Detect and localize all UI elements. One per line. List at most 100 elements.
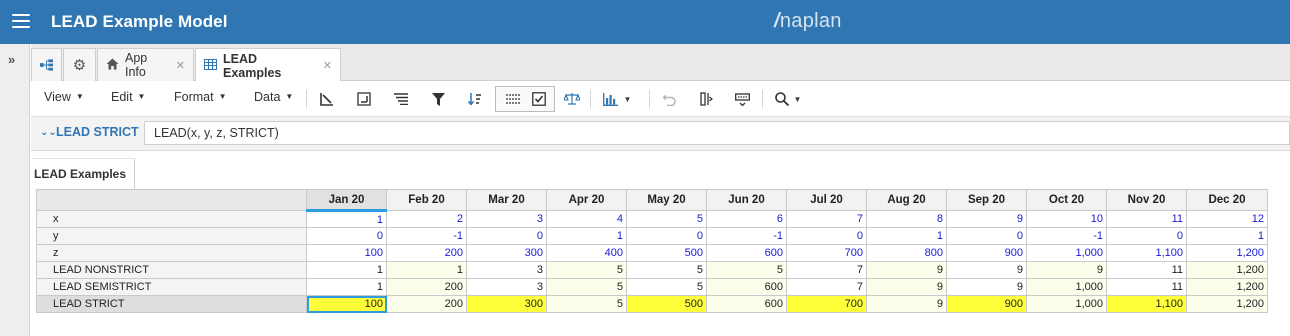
- grid-cell[interactable]: 5: [546, 278, 627, 296]
- grid-cell[interactable]: 1: [306, 261, 387, 279]
- grid-cell[interactable]: 600: [706, 278, 787, 296]
- grid-cell[interactable]: 200: [386, 244, 467, 262]
- grid-cell[interactable]: 9: [1026, 261, 1107, 279]
- grid-cell[interactable]: 500: [626, 244, 707, 262]
- formula-input[interactable]: LEAD(x, y, z, STRICT): [144, 121, 1290, 145]
- grid-cell[interactable]: 1: [866, 227, 947, 245]
- close-tab-icon[interactable]: ✕: [176, 59, 185, 72]
- search-menu-icon[interactable]: ▼: [771, 88, 805, 110]
- grid-cell[interactable]: 3: [466, 261, 547, 279]
- column-header[interactable]: Aug 20: [866, 189, 947, 211]
- grid-cell[interactable]: 4: [546, 210, 627, 228]
- grid-cell[interactable]: 9: [946, 261, 1027, 279]
- column-header[interactable]: Jan 20: [306, 189, 387, 212]
- grid-cell[interactable]: 9: [946, 210, 1027, 228]
- grid-cell[interactable]: -1: [706, 227, 787, 245]
- column-header[interactable]: Nov 20: [1106, 189, 1187, 211]
- grid-cell[interactable]: 900: [946, 295, 1027, 313]
- freeze-icon[interactable]: [316, 88, 338, 110]
- format-menu[interactable]: Format ▼: [174, 90, 227, 104]
- grid-cell[interactable]: 11: [1106, 261, 1187, 279]
- data-menu[interactable]: Data ▼: [254, 90, 293, 104]
- view-menu[interactable]: View ▼: [44, 90, 84, 104]
- settings-gear-icon[interactable]: ⚙: [63, 48, 96, 81]
- tab-lead-examples[interactable]: LEAD Examples ✕: [195, 48, 341, 82]
- grid-cell[interactable]: 300: [466, 244, 547, 262]
- undo-icon[interactable]: [658, 88, 680, 110]
- grid-cell[interactable]: 1: [386, 261, 467, 279]
- checkbox-view-icon[interactable]: [528, 88, 550, 110]
- row-header[interactable]: x: [36, 210, 307, 228]
- chart-menu-icon[interactable]: ▼: [599, 88, 635, 110]
- row-header[interactable]: LEAD STRICT: [36, 295, 307, 313]
- row-header[interactable]: z: [36, 244, 307, 262]
- grid-cell[interactable]: -1: [386, 227, 467, 245]
- grid-cell[interactable]: 5: [546, 261, 627, 279]
- grid-cell[interactable]: 5: [546, 295, 627, 313]
- hierarchy-icon[interactable]: [31, 48, 62, 81]
- grid-cell[interactable]: 1,000: [1026, 295, 1107, 313]
- edit-menu[interactable]: Edit ▼: [111, 90, 145, 104]
- grid-cell[interactable]: 3: [466, 210, 547, 228]
- sort-lines-icon[interactable]: [390, 88, 412, 110]
- grid-cell[interactable]: 600: [706, 244, 787, 262]
- grid-cell[interactable]: 0: [466, 227, 547, 245]
- grid-cell[interactable]: 10: [1026, 210, 1107, 228]
- grid-cell[interactable]: 7: [786, 210, 867, 228]
- grid-cell[interactable]: 5: [626, 210, 707, 228]
- grid-cell[interactable]: 11: [1106, 210, 1187, 228]
- grid-cell[interactable]: 6: [706, 210, 787, 228]
- grid-cell[interactable]: 500: [626, 295, 707, 313]
- grid-cell[interactable]: 9: [866, 295, 947, 313]
- row-header[interactable]: LEAD SEMISTRICT: [36, 278, 307, 296]
- grid-cell[interactable]: 1,200: [1186, 261, 1268, 279]
- column-header[interactable]: Sep 20: [946, 189, 1027, 211]
- grid-cell[interactable]: 9: [866, 278, 947, 296]
- column-resize-icon[interactable]: [695, 88, 717, 110]
- tab-app-info[interactable]: App Info ✕: [97, 48, 194, 81]
- row-header[interactable]: y: [36, 227, 307, 245]
- grid-cell[interactable]: 5: [706, 261, 787, 279]
- grid-cell[interactable]: 1: [546, 227, 627, 245]
- grid-cell[interactable]: 11: [1106, 278, 1187, 296]
- grid-view-icon[interactable]: [502, 88, 524, 110]
- column-header[interactable]: Apr 20: [546, 189, 627, 211]
- grid-cell[interactable]: 1,200: [1186, 278, 1268, 296]
- grid-cell[interactable]: 7: [786, 278, 867, 296]
- hamburger-menu-icon[interactable]: [12, 14, 30, 28]
- grid-cell[interactable]: 0: [786, 227, 867, 245]
- grid-cell[interactable]: 1,000: [1026, 278, 1107, 296]
- view-tab-lead-examples[interactable]: LEAD Examples: [31, 158, 135, 190]
- column-header[interactable]: Feb 20: [386, 189, 467, 211]
- grid-cell[interactable]: 3: [466, 278, 547, 296]
- column-header[interactable]: Jul 20: [786, 189, 867, 211]
- grid-cell[interactable]: 1,100: [1106, 295, 1187, 313]
- column-header[interactable]: Oct 20: [1026, 189, 1107, 211]
- grid-cell[interactable]: 100: [306, 244, 387, 262]
- grid-cell[interactable]: 8: [866, 210, 947, 228]
- expand-panel-icon[interactable]: »: [8, 52, 15, 67]
- grid-cell[interactable]: 300: [466, 295, 547, 313]
- grid-cell[interactable]: 1: [306, 210, 387, 228]
- grid-cell[interactable]: 1,200: [1186, 295, 1268, 313]
- grid-cell[interactable]: 400: [546, 244, 627, 262]
- grid-cell[interactable]: 1: [1186, 227, 1268, 245]
- column-header[interactable]: Dec 20: [1186, 189, 1268, 211]
- grid-cell[interactable]: 0: [626, 227, 707, 245]
- row-header[interactable]: LEAD NONSTRICT: [36, 261, 307, 279]
- balance-icon[interactable]: [561, 88, 583, 110]
- grid-cell[interactable]: 0: [1106, 227, 1187, 245]
- grid-cell[interactable]: -1: [1026, 227, 1107, 245]
- pivot-sort-icon[interactable]: [464, 88, 486, 110]
- grid-cell[interactable]: 600: [706, 295, 787, 313]
- collapse-chevron-icon[interactable]: ⌄⌄: [40, 127, 57, 138]
- grid-cell[interactable]: 900: [946, 244, 1027, 262]
- grid-cell[interactable]: 1,000: [1026, 244, 1107, 262]
- filter-icon[interactable]: [427, 88, 449, 110]
- grid-cell[interactable]: 5: [626, 261, 707, 279]
- grid-cell[interactable]: 0: [946, 227, 1027, 245]
- grid-cell[interactable]: 2: [386, 210, 467, 228]
- grid-cell[interactable]: 700: [786, 295, 867, 313]
- column-header[interactable]: Jun 20: [706, 189, 787, 211]
- grid-cell[interactable]: 7: [786, 261, 867, 279]
